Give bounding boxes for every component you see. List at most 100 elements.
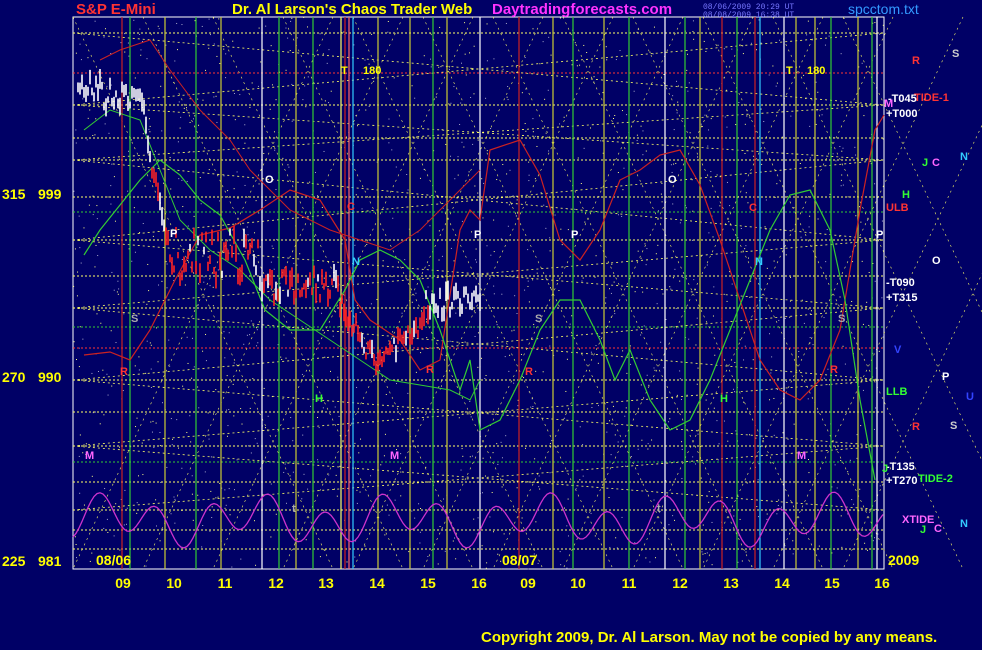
noise-dot: [537, 562, 539, 564]
noise-dot: [640, 257, 642, 259]
noise-dot: [244, 142, 246, 144]
noise-dot: [525, 88, 527, 90]
noise-dot: [810, 310, 812, 312]
noise-dot: [617, 172, 619, 174]
noise-dot: [426, 337, 428, 339]
noise-dot: [785, 254, 787, 256]
noise-dot: [96, 218, 98, 220]
noise-dot: [210, 490, 212, 492]
noise-dot: [477, 332, 479, 334]
noise-dot: [672, 515, 674, 517]
noise-dot: [249, 334, 251, 336]
noise-dot: [583, 44, 585, 46]
noise-dot: [202, 255, 204, 257]
site-link[interactable]: Daytradingforecasts.com: [492, 1, 672, 18]
noise-dot: [672, 203, 674, 205]
noise-dot: [597, 405, 599, 407]
noise-dot: [155, 525, 157, 527]
noise-dot: [174, 498, 176, 500]
noise-dot: [766, 267, 768, 269]
noise-dot: [293, 262, 295, 264]
noise-dot: [539, 488, 541, 490]
noise-dot: [474, 335, 476, 337]
noise-dot: [809, 337, 811, 339]
noise-dot: [778, 499, 780, 501]
noise-dot: [177, 49, 179, 51]
noise-dot: [860, 221, 862, 223]
noise-dot: [517, 212, 519, 214]
noise-dot: [181, 179, 183, 181]
noise-dot: [600, 140, 602, 142]
noise-dot: [440, 66, 442, 68]
x-hour-label: 09: [115, 575, 131, 591]
noise-dot: [258, 212, 260, 214]
noise-dot: [453, 86, 455, 88]
noise-dot: [473, 45, 475, 47]
noise-dot: [612, 405, 614, 407]
noise-dot: [217, 496, 219, 498]
noise-dot: [490, 254, 492, 256]
noise-dot: [75, 142, 77, 144]
noise-dot: [244, 184, 246, 186]
noise-dot: [710, 207, 712, 209]
noise-dot: [477, 192, 479, 194]
noise-dot: [776, 82, 778, 84]
noise-dot: [799, 162, 801, 164]
noise-dot: [208, 18, 210, 20]
noise-dot: [113, 535, 115, 537]
noise-dot: [319, 556, 321, 558]
noise-dot: [382, 260, 384, 262]
chart-letter: H: [315, 393, 323, 405]
noise-dot: [577, 157, 579, 159]
noise-dot: [584, 221, 586, 223]
noise-dot: [317, 340, 319, 342]
noise-dot: [729, 205, 731, 207]
noise-dot: [697, 433, 699, 435]
noise-dot: [663, 367, 665, 369]
noise-dot: [481, 178, 483, 180]
noise-dot: [661, 182, 663, 184]
noise-dot: [574, 208, 576, 210]
noise-dot: [700, 123, 702, 125]
noise-dot: [305, 539, 307, 541]
noise-dot: [335, 311, 337, 313]
noise-dot: [813, 526, 815, 528]
noise-dot: [763, 121, 765, 123]
noise-dot: [263, 152, 265, 154]
noise-dot: [551, 440, 553, 442]
noise-dot: [864, 542, 866, 544]
noise-dot: [401, 312, 403, 314]
noise-dot: [574, 42, 576, 44]
noise-dot: [599, 66, 601, 68]
noise-dot: [301, 373, 303, 375]
noise-dot: [745, 192, 747, 194]
noise-dot: [283, 471, 285, 473]
noise-dot: [660, 341, 662, 343]
right-label: -T135: [886, 461, 915, 473]
noise-dot: [384, 433, 386, 435]
noise-dot: [264, 427, 266, 429]
noise-dot: [506, 96, 508, 98]
noise-dot: [75, 52, 77, 54]
noise-dot: [784, 317, 786, 319]
noise-dot: [549, 287, 551, 289]
noise-dot: [464, 22, 466, 24]
noise-dot: [708, 491, 710, 493]
noise-dot: [450, 247, 452, 249]
x-hour-label: 10: [166, 575, 182, 591]
noise-dot: [560, 228, 562, 230]
noise-dot: [256, 345, 258, 347]
noise-dot: [111, 385, 113, 387]
noise-dot: [550, 54, 552, 56]
noise-dot: [172, 438, 174, 440]
noise-dot: [307, 26, 309, 28]
chart-letter: 180: [807, 65, 825, 77]
noise-dot: [450, 379, 452, 381]
noise-dot: [73, 341, 75, 343]
noise-dot: [461, 448, 463, 450]
noise-dot: [825, 261, 827, 263]
noise-dot: [815, 81, 817, 83]
noise-dot: [663, 73, 665, 75]
noise-dot: [610, 292, 612, 294]
noise-dot: [812, 344, 814, 346]
